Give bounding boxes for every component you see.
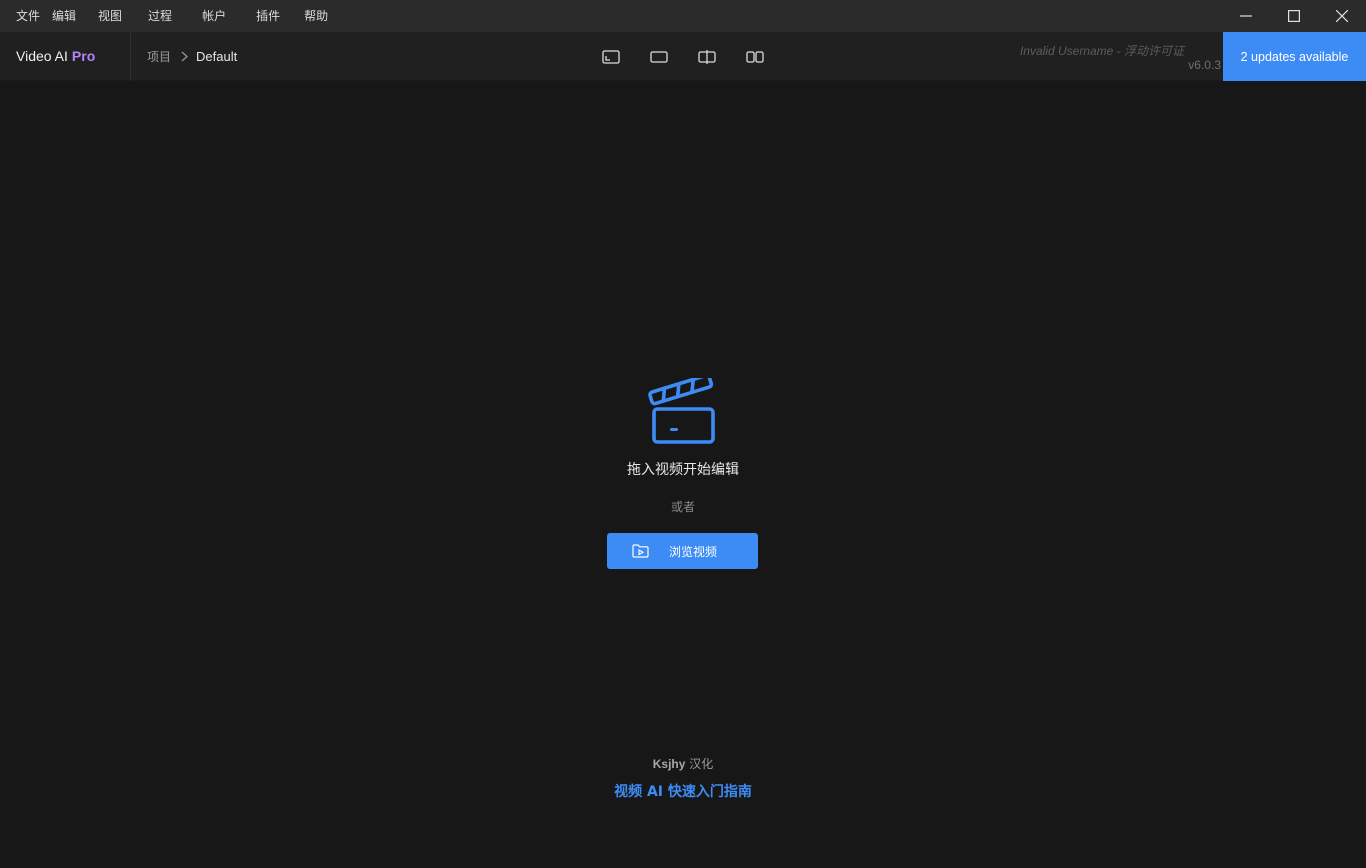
- browse-video-label: 浏览视频: [669, 544, 718, 559]
- minimize-button[interactable]: [1222, 0, 1270, 32]
- side-by-side-view-icon: [746, 50, 764, 63]
- breadcrumb-projects[interactable]: 项目: [147, 48, 171, 65]
- localization-credit: Ksjhy 汉化: [0, 755, 1366, 772]
- app-brand: Video AI Pro: [16, 32, 95, 81]
- window-controls: [1222, 0, 1366, 32]
- license-status: Invalid Username - 浮动许可证: [1019, 44, 1184, 58]
- updates-available-button[interactable]: 2 updates available: [1223, 32, 1366, 81]
- menu-process[interactable]: 过程: [148, 0, 172, 32]
- menu-file[interactable]: 文件: [16, 0, 40, 32]
- view-mode-split-button[interactable]: [693, 43, 721, 71]
- menu-help[interactable]: 帮助: [304, 0, 328, 32]
- minimize-icon: [1240, 15, 1252, 17]
- drop-zone-title: 拖入视频开始编辑: [627, 462, 739, 478]
- video-drop-zone[interactable]: 拖入视频开始编辑 或者 浏览视频 Ksjhy 汉化 视频 AI 快速入门指南: [0, 81, 1366, 868]
- menu-bar: 文件 编辑 视图 过程 帐户 插件 帮助: [0, 0, 1366, 32]
- menu-plugins[interactable]: 插件: [256, 0, 280, 32]
- menu-account[interactable]: 帐户: [202, 0, 226, 32]
- view-mode-side-by-side-button[interactable]: [741, 43, 769, 71]
- app-version: v6.0.3: [1188, 58, 1221, 72]
- close-button[interactable]: [1318, 0, 1366, 32]
- breadcrumb: 项目 Default: [147, 32, 237, 81]
- quick-start-guide-link[interactable]: 视频 AI 快速入门指南: [0, 781, 1366, 801]
- full-view-icon: [650, 50, 668, 63]
- app-header: Video AI Pro 项目 Default Invalid Username…: [0, 32, 1366, 81]
- maximize-button[interactable]: [1270, 0, 1318, 32]
- credit-suffix: 汉化: [685, 757, 714, 771]
- brand-name: Video AI: [16, 48, 68, 64]
- split-view-icon: [698, 49, 716, 64]
- or-separator: 或者: [670, 500, 695, 514]
- chevron-right-icon: [181, 51, 188, 62]
- header-divider: [130, 32, 131, 81]
- brand-edition: Pro: [71, 48, 96, 64]
- clapperboard-icon: [648, 378, 715, 444]
- menu-items: 文件 编辑 视图 过程 帐户 插件 帮助: [0, 0, 328, 32]
- credit-name: Ksjhy: [652, 757, 686, 771]
- close-icon: [1336, 10, 1348, 22]
- breadcrumb-current-project[interactable]: Default: [196, 49, 237, 64]
- menu-view[interactable]: 视图: [98, 0, 122, 32]
- view-mode-single-button[interactable]: [597, 43, 625, 71]
- folder-video-icon: [632, 544, 649, 558]
- menu-edit[interactable]: 编辑: [52, 0, 76, 32]
- view-mode-toggle: [597, 32, 789, 81]
- browse-video-button[interactable]: 浏览视频: [607, 533, 758, 569]
- maximize-icon: [1288, 10, 1300, 22]
- view-mode-full-button[interactable]: [645, 43, 673, 71]
- single-view-icon: [602, 49, 620, 64]
